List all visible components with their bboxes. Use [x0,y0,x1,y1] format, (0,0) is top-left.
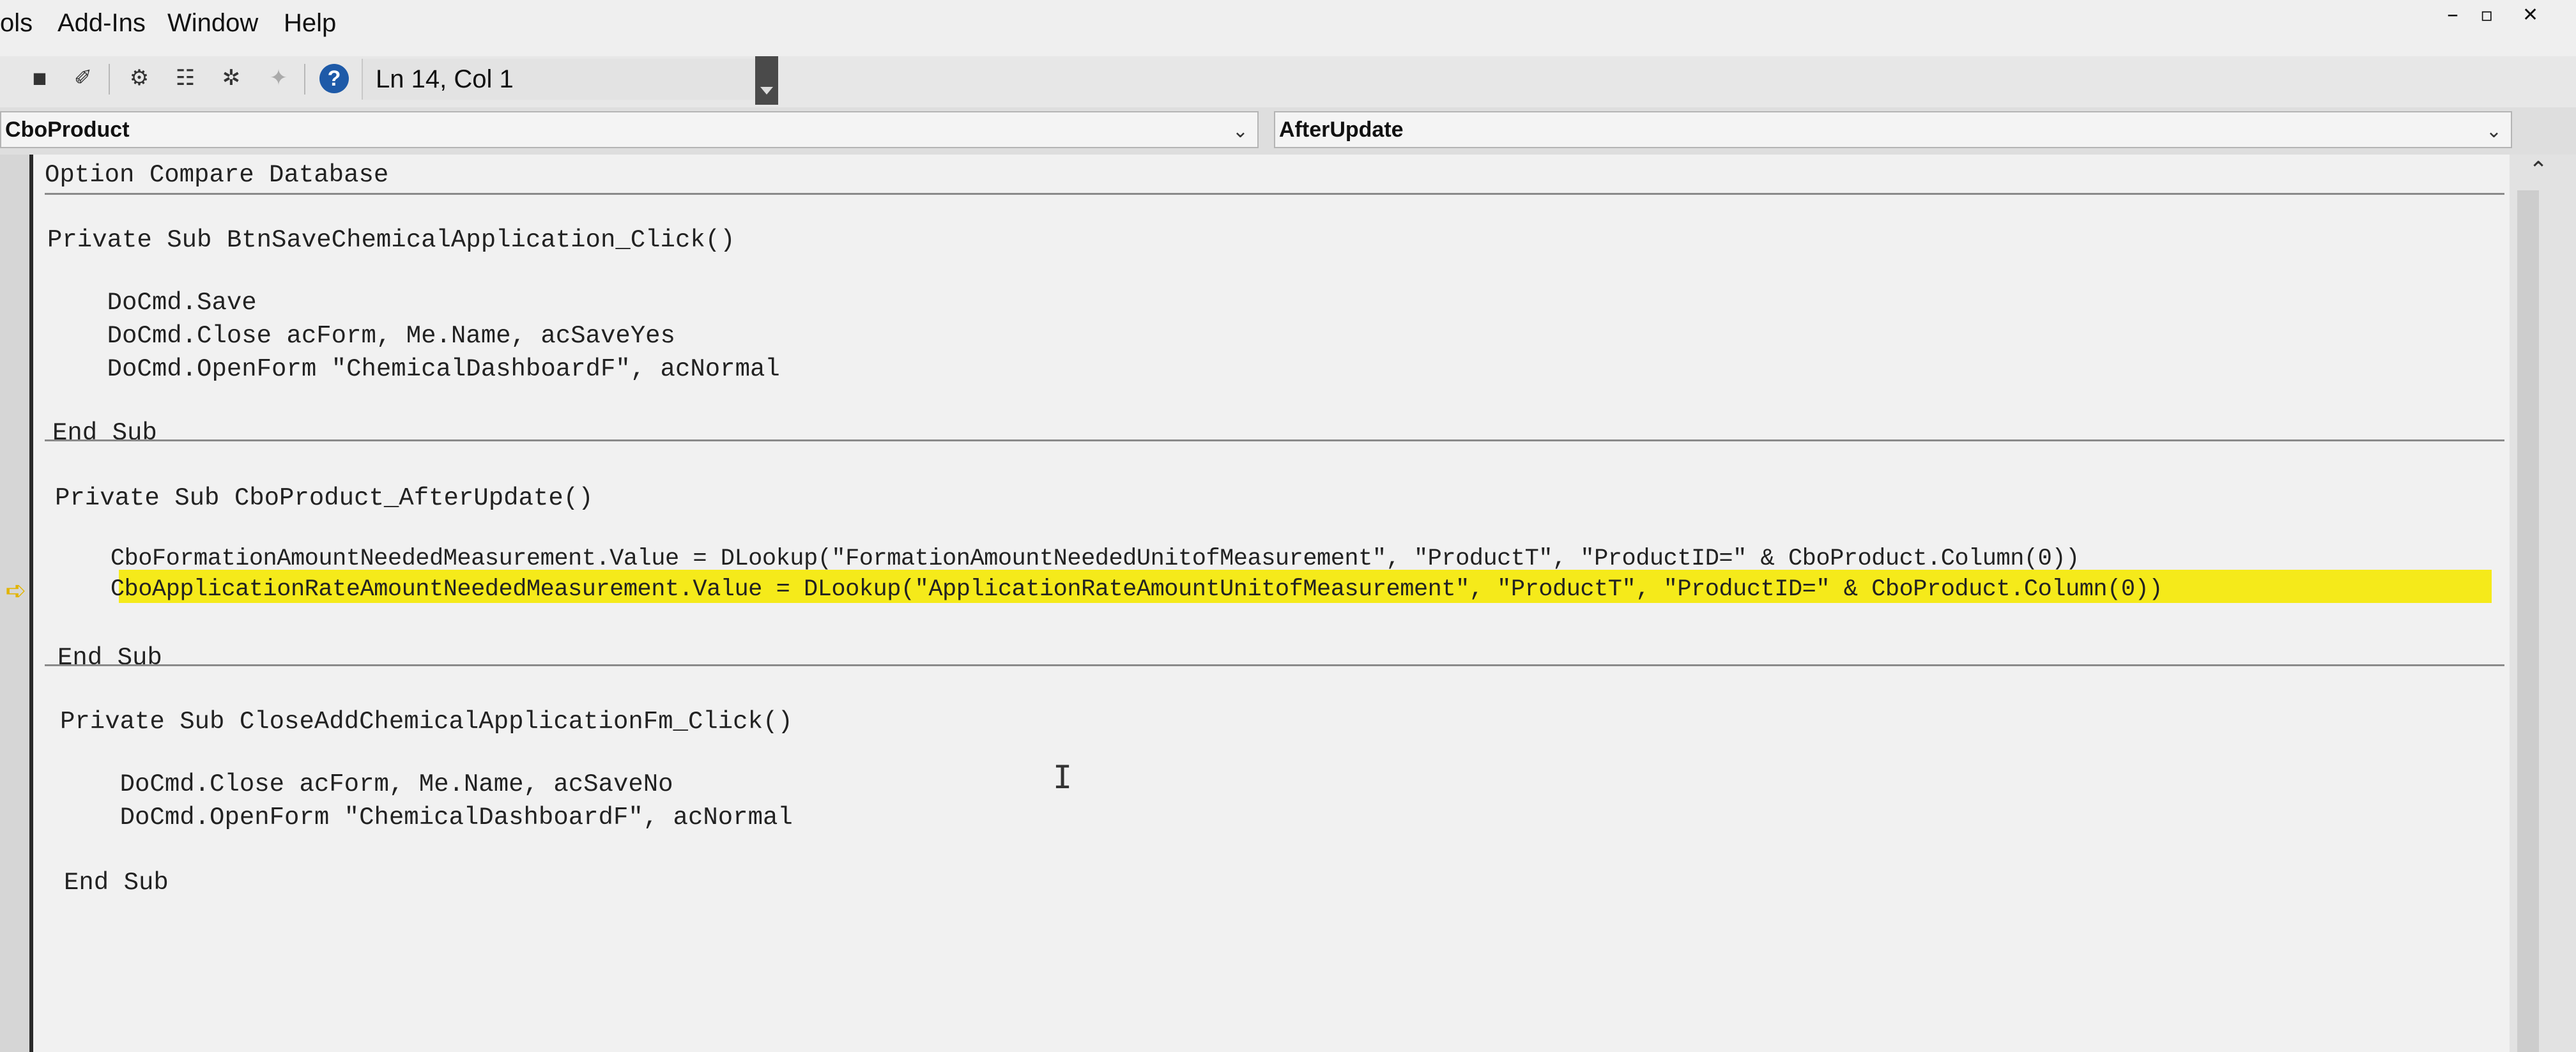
code-editor[interactable]: ➪ Option Compare Database Private Sub Bt… [0,155,2510,1052]
code-line[interactable]: DoCmd.Close acForm, Me.Name, acSaveNo [60,770,673,798]
scroll-up-icon[interactable]: ⌃ [2529,157,2548,183]
procedure-selector-bar: CboProduct ⌄ AfterUpdate ⌄ [0,107,2576,155]
toolbox-icon[interactable]: ✦ [264,64,293,92]
menu-bar: ols Add-Ins Window Help – ▫ ✕ [0,0,2576,56]
properties-window-icon[interactable]: ☷ [171,64,199,92]
procedure-separator [45,439,2504,441]
minimize-icon[interactable]: – [2447,1,2458,27]
close-icon[interactable]: ✕ [2522,4,2538,26]
toolbar-options-handle[interactable] [755,56,778,105]
cursor-position-display: Ln 14, Col 1 [362,59,756,100]
toolbar-separator [109,64,110,95]
menu-tools[interactable]: ols [0,9,33,38]
code-line[interactable]: End Sub [52,419,157,447]
help-icon[interactable]: ? [319,64,349,93]
code-line[interactable]: Option Compare Database [45,161,388,189]
text-cursor-icon: I [1053,759,1073,796]
project-explorer-icon[interactable]: ⚙ [125,64,153,92]
code-line[interactable]: End Sub [64,869,169,897]
object-browser-icon[interactable]: ✲ [217,64,245,92]
code-line[interactable]: Private Sub BtnSaveChemicalApplication_C… [47,226,735,254]
menu-add-ins[interactable]: Add-Ins [57,9,146,38]
code-line[interactable]: CboFormationAmountNeededMeasurement.Valu… [55,545,2080,572]
code-line[interactable]: DoCmd.Close acForm, Me.Name, acSaveYes [47,322,675,350]
reset-icon[interactable]: ■ [26,64,54,92]
design-mode-icon[interactable]: ✐ [69,64,97,92]
procedure-combo[interactable]: AfterUpdate ⌄ [1274,111,2512,148]
code-line[interactable]: DoCmd.Save [47,289,257,317]
restore-icon[interactable]: ▫ [2480,4,2493,26]
scrollbar-thumb[interactable] [2517,190,2539,1052]
object-combo[interactable]: CboProduct ⌄ [0,111,1259,148]
toolbar-options-arrow-icon [760,87,773,95]
object-combo-value: CboProduct [5,118,130,142]
execution-point-arrow-icon: ➪ [5,576,27,606]
code-line[interactable]: DoCmd.OpenForm "ChemicalDashboardF", acN… [60,804,793,832]
code-line-current[interactable]: CboApplicationRateAmountNeededMeasuremen… [55,576,2163,603]
chevron-down-icon[interactable]: ⌄ [2486,120,2502,142]
procedure-separator [45,193,2504,195]
menu-window[interactable]: Window [167,9,258,38]
cursor-position-text: Ln 14, Col 1 [376,65,514,93]
chevron-down-icon[interactable]: ⌄ [1232,120,1248,142]
toolbar-separator [304,64,305,95]
code-line[interactable]: Private Sub CboProduct_AfterUpdate() [55,484,594,512]
code-line[interactable]: Private Sub CloseAddChemicalApplicationF… [60,708,793,736]
code-line[interactable]: End Sub [57,644,162,672]
procedure-combo-value: AfterUpdate [1279,118,1404,142]
procedure-separator [45,664,2504,666]
vertical-scrollbar[interactable]: ⌃ [2510,155,2576,1052]
menu-help[interactable]: Help [284,9,336,38]
code-line[interactable]: DoCmd.OpenForm "ChemicalDashboardF", acN… [47,355,780,383]
